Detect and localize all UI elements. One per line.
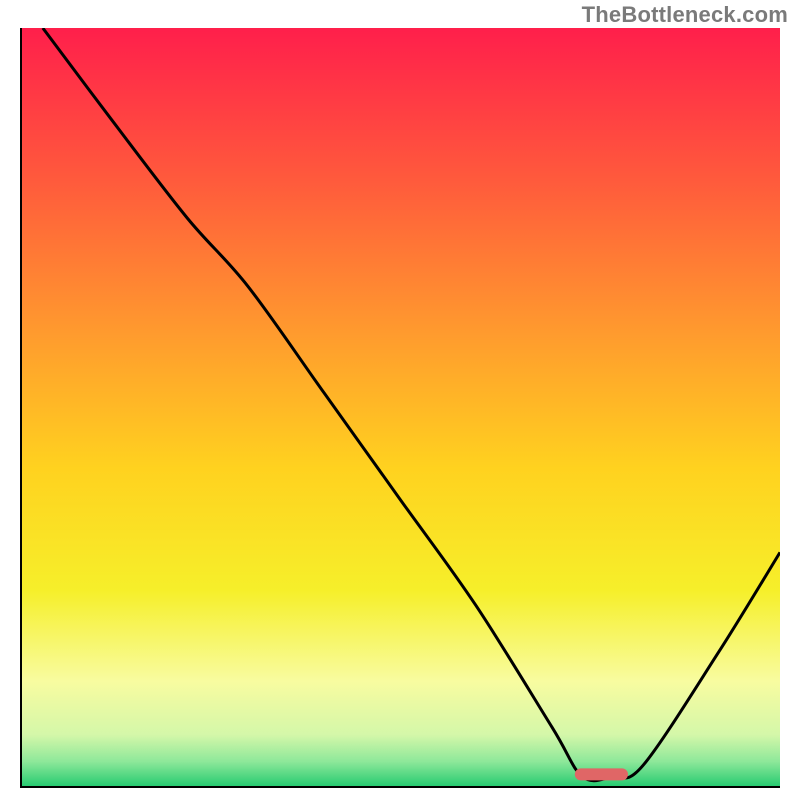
chart-container: TheBottleneck.com: [0, 0, 800, 800]
optimal-marker: [575, 768, 628, 780]
gradient-background: [20, 28, 780, 788]
chart-svg: [20, 28, 780, 788]
watermark-text: TheBottleneck.com: [582, 2, 788, 28]
plot-area: [20, 28, 780, 788]
